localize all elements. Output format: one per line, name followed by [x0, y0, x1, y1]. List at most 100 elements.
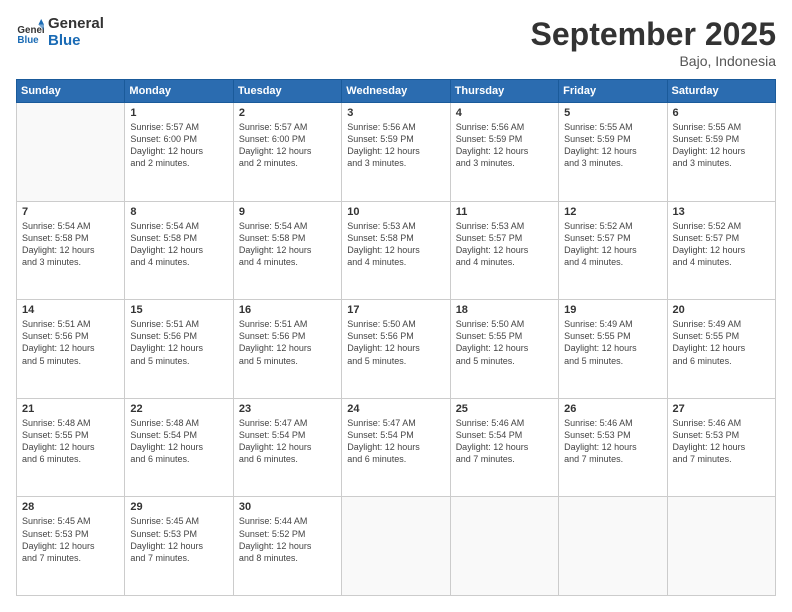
day-info-line: and 7 minutes.: [564, 453, 661, 465]
day-info-line: Daylight: 12 hours: [130, 244, 227, 256]
day-number: 3: [347, 107, 444, 119]
day-cell: 23Sunrise: 5:47 AMSunset: 5:54 PMDayligh…: [233, 398, 341, 497]
day-info-line: Sunset: 5:57 PM: [564, 232, 661, 244]
day-info-line: and 7 minutes.: [456, 453, 553, 465]
day-cell: 15Sunrise: 5:51 AMSunset: 5:56 PMDayligh…: [125, 300, 233, 399]
day-info-line: Daylight: 12 hours: [347, 342, 444, 354]
day-info-line: Sunrise: 5:53 AM: [456, 220, 553, 232]
calendar-table: SundayMondayTuesdayWednesdayThursdayFrid…: [16, 79, 776, 596]
week-row-3: 14 Sunrise: 5:51 AM Sunset: 5:56 PM Dayligh…: [17, 300, 776, 399]
col-header-tuesday: Tuesday: [233, 80, 341, 103]
day-info-line: Daylight: 12 hours: [456, 244, 553, 256]
day-info-line: Sunrise: 5:45 AM: [22, 515, 119, 527]
day-info-line: Daylight: 12 hours: [673, 441, 770, 453]
day-cell: 4Sunrise: 5:56 AMSunset: 5:59 PMDaylight…: [450, 103, 558, 202]
day-info-line: Sunrise: 5:46 AM: [564, 417, 661, 429]
day-info-line: Sunset: 5:53 PM: [22, 528, 119, 540]
day-number: 26: [564, 403, 661, 415]
day-cell: [17, 103, 125, 202]
day-info-line: and 4 minutes.: [347, 256, 444, 268]
day-number: 21: [22, 403, 119, 415]
day-number: 25: [456, 403, 553, 415]
day-info-line: Daylight: 12 hours: [239, 342, 336, 354]
logo-blue: Blue: [48, 33, 104, 50]
day-info-line: Sunrise: 5:52 AM: [673, 220, 770, 232]
day-number: 16: [239, 304, 336, 316]
day-info-line: Sunset: 6:00 PM: [239, 133, 336, 145]
month-title: September 2025: [531, 16, 776, 53]
day-number: 11: [456, 206, 553, 218]
day-number: 14: [22, 304, 119, 316]
day-number: 8: [130, 206, 227, 218]
day-number: 24: [347, 403, 444, 415]
day-cell: [342, 497, 450, 596]
page: General Blue General Blue September 2025…: [0, 0, 792, 612]
day-info-line: Daylight: 12 hours: [347, 244, 444, 256]
day-cell: 20Sunrise: 5:49 AMSunset: 5:55 PMDayligh…: [667, 300, 775, 399]
day-number: 6: [673, 107, 770, 119]
day-number: 29: [130, 501, 227, 513]
day-number: 13: [673, 206, 770, 218]
day-info-line: Sunrise: 5:46 AM: [456, 417, 553, 429]
day-cell: 26Sunrise: 5:46 AMSunset: 5:53 PMDayligh…: [559, 398, 667, 497]
day-info-line: and 6 minutes.: [673, 355, 770, 367]
day-info-line: and 6 minutes.: [239, 453, 336, 465]
day-info-line: Sunrise: 5:46 AM: [673, 417, 770, 429]
day-info-line: Sunset: 5:56 PM: [130, 330, 227, 342]
day-info-line: Sunset: 5:54 PM: [347, 429, 444, 441]
day-info-line: Sunrise: 5:51 AM: [22, 318, 119, 330]
day-cell: 13Sunrise: 5:52 AMSunset: 5:57 PMDayligh…: [667, 201, 775, 300]
day-number: 22: [130, 403, 227, 415]
day-info-line: Sunset: 5:54 PM: [456, 429, 553, 441]
day-info-line: Sunrise: 5:57 AM: [239, 121, 336, 133]
day-info-line: and 5 minutes.: [564, 355, 661, 367]
title-block: September 2025 Bajo, Indonesia: [531, 16, 776, 69]
day-info-line: and 4 minutes.: [673, 256, 770, 268]
day-cell: 8Sunrise: 5:54 AMSunset: 5:58 PMDaylight…: [125, 201, 233, 300]
col-header-sunday: Sunday: [17, 80, 125, 103]
day-info-line: Sunset: 5:53 PM: [564, 429, 661, 441]
day-cell: 21Sunrise: 5:48 AMSunset: 5:55 PMDayligh…: [17, 398, 125, 497]
day-info-line: Sunrise: 5:52 AM: [564, 220, 661, 232]
day-info-line: and 4 minutes.: [239, 256, 336, 268]
day-number: 2: [239, 107, 336, 119]
day-info-line: Sunset: 5:54 PM: [130, 429, 227, 441]
day-info-line: and 7 minutes.: [22, 552, 119, 564]
day-cell: 28Sunrise: 5:45 AMSunset: 5:53 PMDayligh…: [17, 497, 125, 596]
week-row-2: 7Sunrise: 5:54 AMSunset: 5:58 PMDaylight…: [17, 201, 776, 300]
day-info-line: Sunrise: 5:47 AM: [239, 417, 336, 429]
day-info-line: Sunrise: 5:47 AM: [347, 417, 444, 429]
day-cell: 11Sunrise: 5:53 AMSunset: 5:57 PMDayligh…: [450, 201, 558, 300]
day-info-line: Sunrise: 5:50 AM: [347, 318, 444, 330]
logo: General Blue General Blue: [16, 16, 104, 49]
day-info-line: Sunrise: 5:56 AM: [347, 121, 444, 133]
day-cell: 17Sunrise: 5:50 AMSunset: 5:56 PMDayligh…: [342, 300, 450, 399]
day-cell: 6Sunrise: 5:55 AMSunset: 5:59 PMDaylight…: [667, 103, 775, 202]
day-number: 7: [22, 206, 119, 218]
day-info-line: Daylight: 12 hours: [239, 441, 336, 453]
day-cell: 1Sunrise: 5:57 AMSunset: 6:00 PMDaylight…: [125, 103, 233, 202]
day-cell: 10Sunrise: 5:53 AMSunset: 5:58 PMDayligh…: [342, 201, 450, 300]
day-cell: 18Sunrise: 5:50 AMSunset: 5:55 PMDayligh…: [450, 300, 558, 399]
day-number: 1: [130, 107, 227, 119]
day-number: 30: [239, 501, 336, 513]
day-number: 12: [564, 206, 661, 218]
day-info-line: Daylight: 12 hours: [347, 441, 444, 453]
day-cell: 9Sunrise: 5:54 AMSunset: 5:58 PMDaylight…: [233, 201, 341, 300]
day-info-line: and 3 minutes.: [22, 256, 119, 268]
day-info-line: Daylight: 12 hours: [239, 244, 336, 256]
day-info-line: Daylight: 12 hours: [673, 342, 770, 354]
day-info-line: Sunset: 5:59 PM: [347, 133, 444, 145]
day-info-line: Sunset: 5:58 PM: [130, 232, 227, 244]
day-number: 15: [130, 304, 227, 316]
day-cell: 12Sunrise: 5:52 AMSunset: 5:57 PMDayligh…: [559, 201, 667, 300]
day-cell: [450, 497, 558, 596]
day-number: 19: [564, 304, 661, 316]
day-cell: 24 Sunrise: 5:47 AMSunset: 5:54 PMDayligh…: [342, 398, 450, 497]
day-info-line: Daylight: 12 hours: [456, 441, 553, 453]
day-info-line: Sunrise: 5:56 AM: [456, 121, 553, 133]
day-number: 27: [673, 403, 770, 415]
day-info-line: Sunrise: 5:53 AM: [347, 220, 444, 232]
day-info-line: Daylight: 12 hours: [673, 145, 770, 157]
day-cell: [667, 497, 775, 596]
